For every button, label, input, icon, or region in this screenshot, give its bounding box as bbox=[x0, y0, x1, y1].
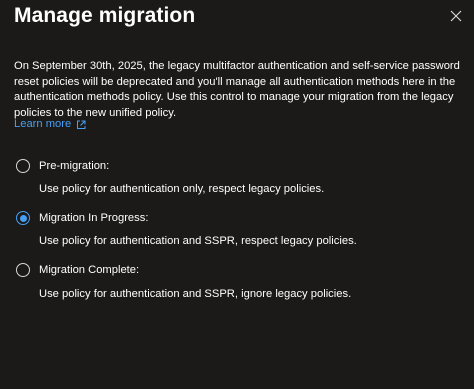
radio-migration-in-progress-description: Use policy for authentication and SSPR, … bbox=[39, 235, 357, 247]
migration-description: On September 30th, 2025, the legacy mult… bbox=[14, 60, 460, 119]
manage-migration-panel: Manage migration On September 30th, 2025… bbox=[0, 0, 474, 389]
learn-more-label: Learn more bbox=[14, 118, 72, 130]
radio-migration-in-progress-label: Migration In Progress: bbox=[39, 212, 149, 224]
radio-pre-migration[interactable]: Pre-migration: bbox=[16, 159, 109, 173]
radio-pre-migration-label: Pre-migration: bbox=[39, 160, 110, 172]
external-link-icon bbox=[77, 120, 86, 129]
learn-more-link[interactable]: Learn more bbox=[14, 117, 86, 132]
close-button[interactable] bbox=[446, 6, 466, 26]
radio-migration-complete-description: Use policy for authentication and SSPR, … bbox=[39, 288, 352, 300]
radio-unchecked-icon bbox=[16, 263, 30, 277]
radio-selected-dot bbox=[19, 214, 27, 222]
radio-unchecked-icon bbox=[16, 159, 30, 173]
radio-checked-icon bbox=[16, 211, 30, 225]
panel-title: Manage migration bbox=[14, 4, 196, 27]
radio-pre-migration-description: Use policy for authentication only, resp… bbox=[39, 183, 325, 195]
radio-migration-in-progress[interactable]: Migration In Progress: bbox=[16, 211, 148, 225]
radio-migration-complete[interactable]: Migration Complete: bbox=[16, 263, 139, 277]
radio-migration-complete-label: Migration Complete: bbox=[39, 264, 140, 276]
close-icon bbox=[450, 10, 462, 22]
